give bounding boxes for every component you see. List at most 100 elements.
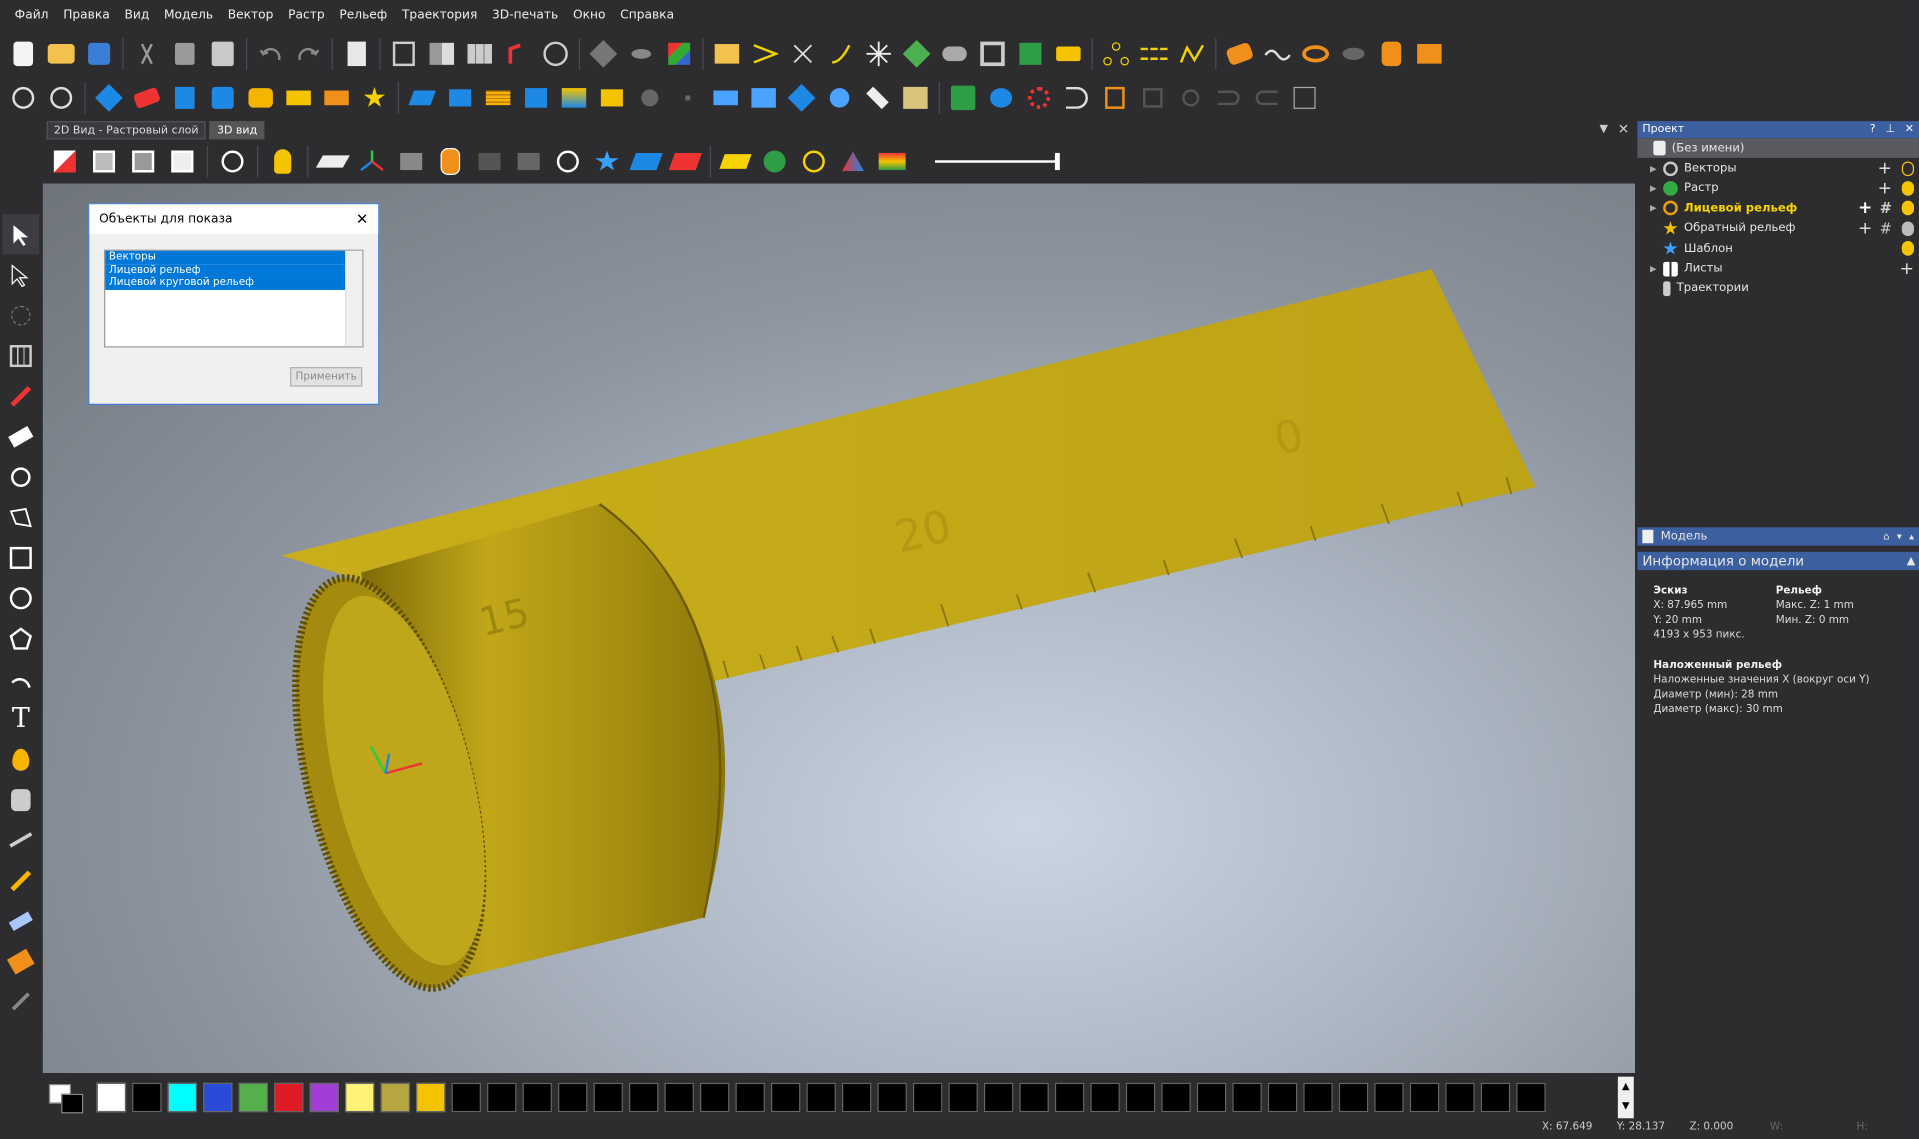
color-swatch[interactable] [1125,1082,1156,1113]
node-edit-icon[interactable] [2,254,39,294]
circle-texture-icon[interactable] [1021,80,1058,117]
tree-item-front-relief[interactable]: ▶ Лицевой рельеф + # [1637,198,1918,218]
add-icon[interactable]: + [1858,199,1872,219]
menu-toolpath[interactable]: Траектория [395,0,485,32]
color-swatch[interactable] [345,1082,375,1113]
transparency-slider[interactable] [934,152,1060,171]
dashed-lines-icon[interactable] [1136,35,1173,72]
vector-nodes-icon[interactable] [623,35,660,72]
relief-book-icon[interactable] [897,80,934,117]
shape-block-icon[interactable] [510,143,547,180]
eraser-icon[interactable] [2,416,39,456]
open-folder-icon[interactable] [43,35,80,72]
color-swatch[interactable] [664,1082,694,1113]
extrude-icon[interactable] [166,80,203,117]
arc-icon[interactable] [2,658,39,698]
collapse-icon[interactable]: ▴ [1909,531,1914,542]
polyline-icon[interactable] [1174,35,1211,72]
tree-item-sheets[interactable]: ▶ Листы + [1637,259,1918,279]
zoom-icon[interactable] [5,80,42,117]
redo-icon[interactable] [290,35,327,72]
model-size-icon[interactable] [385,35,422,72]
star-fill-icon[interactable] [356,80,393,117]
menu-edit[interactable]: Правка [56,0,117,32]
color-swatch[interactable] [877,1082,907,1113]
add-icon[interactable]: + [1900,259,1914,279]
expand-icon[interactable]: ▶ [1647,264,1659,274]
color-swatch[interactable] [629,1082,659,1113]
color-swatch[interactable] [983,1082,1014,1113]
light-bulb-icon[interactable] [264,143,301,180]
relief-gray-icon[interactable] [631,80,668,117]
green-diamond-icon[interactable] [898,35,935,72]
menu-model[interactable]: Модель [157,0,221,32]
iso-view-icon[interactable] [47,143,84,180]
table-green-icon[interactable] [1012,35,1049,72]
bracket-icon[interactable] [1059,80,1096,117]
tree-item-raster[interactable]: ▶ Растр + [1637,178,1918,198]
add-icon[interactable]: + [1878,159,1892,179]
measure-icon[interactable] [537,35,574,72]
axes-icon[interactable] [354,143,391,180]
tab-dropdown-icon[interactable]: ▼ [1600,124,1608,136]
tree-item-vectors[interactable]: ▶ Векторы + [1637,158,1918,178]
frame-dim-icon[interactable] [1134,80,1171,117]
color-swatch[interactable] [1161,1082,1191,1113]
eraser-relief-icon[interactable] [128,80,165,117]
color-swatch[interactable] [912,1082,943,1113]
zoom-view-icon[interactable] [214,143,251,180]
fg-bg-color-selector[interactable] [47,1082,89,1114]
nodes-icon[interactable] [1098,35,1135,72]
curve2-dim-icon[interactable] [1248,80,1285,117]
paint-brush-icon[interactable] [2,941,39,981]
color-swatch[interactable] [132,1082,162,1113]
chevron-up-icon[interactable]: ▲ [1907,555,1919,567]
visibility-bulb-icon[interactable] [1901,201,1915,216]
cylinder-icon[interactable] [1373,35,1410,72]
relief-flat-icon[interactable] [859,80,896,117]
rainbow-icon[interactable] [874,143,911,180]
text-icon[interactable]: T [2,699,39,739]
color-swatch[interactable] [558,1082,588,1113]
relief-yellow-icon[interactable] [594,80,631,117]
orange-pattern-icon[interactable] [318,80,355,117]
orange-path-icon[interactable] [1221,35,1258,72]
color-swatch[interactable] [1445,1082,1475,1113]
visibility-bulb-icon[interactable] [1901,160,1915,176]
color-swatch[interactable] [1019,1082,1049,1113]
color-swatch[interactable] [274,1082,304,1113]
tile-icon[interactable] [461,35,498,72]
menu-3d-print[interactable]: 3D-печать [485,0,566,32]
dock-icon[interactable]: ▾ [1897,531,1902,542]
color-swatch[interactable] [416,1082,446,1113]
wrap-icon[interactable] [43,80,80,117]
blue-relief-icon[interactable] [91,80,128,117]
star-burst-icon[interactable] [860,35,897,72]
mirror-orange-icon[interactable] [1097,80,1134,117]
panel-close-icon[interactable]: ✕ [1905,124,1914,136]
new-file-icon[interactable] [5,35,42,72]
surface-icon[interactable] [936,35,973,72]
expand-icon[interactable]: ▶ [1647,163,1659,173]
grid-icon[interactable]: # [1880,200,1892,217]
color-swatch[interactable] [1303,1082,1333,1113]
chevron-vector-icon[interactable] [747,35,784,72]
tree-root[interactable]: (Без имени) [1637,138,1919,159]
smudge-icon[interactable] [2,779,39,819]
relief-up-icon[interactable] [518,80,555,117]
relief-split-icon[interactable] [442,80,479,117]
color-swatch[interactable] [841,1082,872,1113]
curve-icon[interactable] [822,35,859,72]
arc-dim-icon[interactable] [1172,80,1209,117]
color-swatch[interactable] [1516,1082,1546,1113]
list-item[interactable]: Векторы [105,250,346,264]
visibility-bulb-icon[interactable] [1901,181,1915,196]
menu-file[interactable]: Файл [7,0,56,32]
close-view-icon[interactable]: ✕ [1618,121,1629,137]
engrave-icon[interactable] [1335,35,1372,72]
pyramid-icon[interactable] [835,143,872,180]
sculpt-icon[interactable] [2,820,39,860]
relief-dot-icon[interactable] [669,80,706,117]
color-swatch[interactable] [451,1082,481,1113]
relief-add-icon[interactable] [404,80,441,117]
